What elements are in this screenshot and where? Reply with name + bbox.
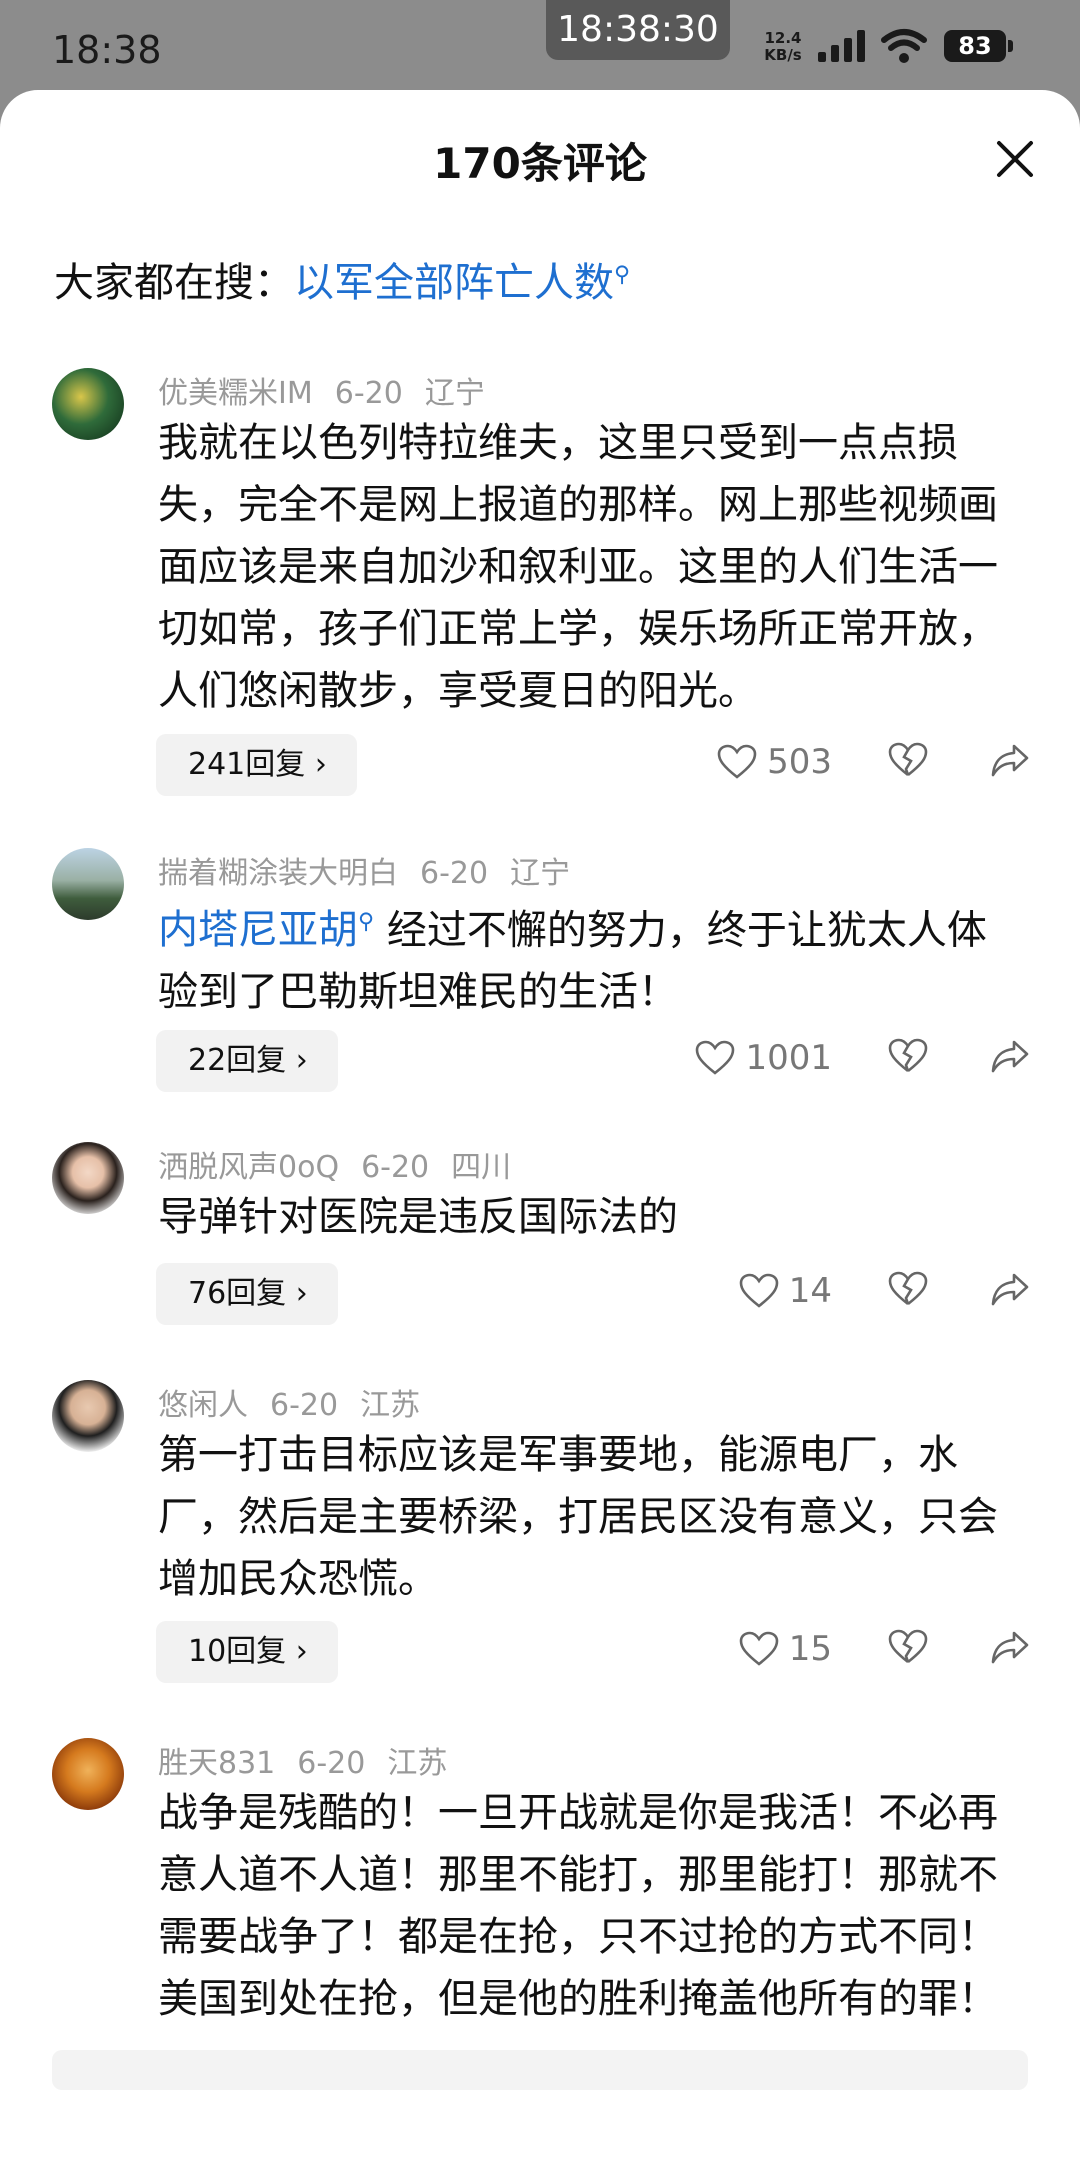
like-button[interactable]: 14 — [739, 1271, 832, 1311]
comment-location: 四川 — [451, 1150, 512, 1185]
trending-search: 大家都在搜：以军全部阵亡人数⚲ — [54, 250, 630, 308]
close-icon[interactable] — [990, 134, 1040, 184]
comment-username[interactable]: 揣着糊涂装大明白 — [158, 856, 398, 891]
like-button[interactable]: 503 — [717, 742, 832, 782]
reply-count: 22回复 — [188, 1043, 287, 1078]
comment-meta: 揣着糊涂装大明白 6-20 辽宁 — [158, 848, 592, 892]
comment-input-bar[interactable] — [52, 2050, 1028, 2090]
comment-date: 6-20 — [361, 1150, 430, 1185]
chevron-right-icon: › — [295, 1276, 308, 1311]
avatar[interactable] — [52, 1380, 124, 1452]
comment-mention-link[interactable]: 内塔尼亚胡⚲ — [158, 907, 374, 953]
reply-count-button[interactable]: 10回复 › — [156, 1621, 338, 1683]
comment-text: 导弹针对医院是违反国际法的 — [158, 1194, 678, 1240]
comment-text: 战争是残酷的！一旦开战就是你是我活！不必再意人道不人道！那里不能打，那里能打！那… — [158, 1790, 998, 2022]
like-button[interactable]: 1001 — [695, 1038, 832, 1078]
comment-date: 6-20 — [270, 1388, 339, 1423]
avatar[interactable] — [52, 1142, 124, 1214]
like-count: 15 — [788, 1629, 832, 1669]
status-center-clock: 18:38:30 — [546, 0, 730, 60]
chevron-right-icon: › — [295, 1043, 308, 1078]
chevron-right-icon: › — [314, 747, 327, 782]
like-count: 503 — [767, 742, 832, 782]
heart-icon — [717, 744, 757, 779]
comment-date: 6-20 — [297, 1746, 366, 1781]
sheet-title: 170条评论 — [433, 139, 647, 188]
signal-icon — [818, 30, 865, 62]
status-bar: 18:38 18:38:30 12.4 KB/s 83 — [0, 0, 1080, 90]
heart-icon — [739, 1273, 779, 1308]
heart-icon — [739, 1631, 779, 1666]
broken-heart-icon[interactable] — [888, 1038, 928, 1074]
network-speed: 12.4 KB/s — [758, 30, 808, 64]
like-count: 14 — [788, 1271, 832, 1311]
comment-username[interactable]: 优美糯米IM — [158, 376, 313, 411]
search-icon: ⚲ — [614, 262, 631, 288]
broken-heart-icon[interactable] — [888, 1629, 928, 1665]
comment-username[interactable]: 悠闲人 — [158, 1388, 248, 1423]
network-speed-value: 12.4 — [764, 29, 802, 47]
comment-mention[interactable]: 内塔尼亚胡 — [158, 907, 358, 953]
share-icon[interactable] — [990, 1629, 1030, 1665]
comment-text: 第一打击目标应该是军事要地，能源电厂，水厂，然后是主要桥梁，打居民区没有意义，只… — [158, 1432, 998, 1602]
comment-text: 我就在以色列特拉维夫，这里只受到一点点损失，完全不是网上报道的那样。网上那些视频… — [158, 420, 998, 714]
comment-username[interactable]: 洒脱风声0oQ — [158, 1150, 339, 1185]
comment-username[interactable]: 胜天831 — [158, 1746, 275, 1781]
reply-count-button[interactable]: 22回复 › — [156, 1030, 338, 1092]
heart-icon — [696, 1040, 735, 1075]
comment-location: 江苏 — [387, 1746, 448, 1781]
broken-heart-icon[interactable] — [888, 742, 928, 778]
comment-text: 内塔尼亚胡⚲ 经过不懈的努力，终于让犹太人体验到了巴勒斯坦难民的生活！ — [158, 892, 1018, 1023]
comment-meta: 洒脱风声0oQ 6-20 四川 — [158, 1142, 533, 1186]
comment-meta: 胜天831 6-20 江苏 — [158, 1738, 469, 1782]
share-icon[interactable] — [990, 742, 1030, 778]
comment-meta: 优美糯米IM 6-20 辽宁 — [158, 368, 507, 412]
network-speed-unit: KB/s — [764, 46, 802, 64]
battery-icon: 83 — [944, 30, 1013, 62]
wifi-icon — [881, 29, 927, 63]
like-count: 1001 — [745, 1038, 832, 1078]
avatar[interactable] — [52, 368, 124, 440]
broken-heart-icon[interactable] — [888, 1271, 928, 1307]
chevron-right-icon: › — [295, 1634, 308, 1669]
comment-location: 辽宁 — [510, 856, 571, 891]
comment-location: 辽宁 — [424, 376, 485, 411]
reply-count: 76回复 — [188, 1276, 287, 1311]
comment-date: 6-20 — [334, 376, 403, 411]
trending-search-term[interactable]: 以军全部阵亡人数 — [294, 260, 614, 306]
share-icon[interactable] — [990, 1271, 1030, 1307]
reply-count: 10回复 — [188, 1634, 287, 1669]
avatar[interactable] — [52, 1738, 124, 1810]
reply-count: 241回复 — [188, 747, 306, 782]
comment-location: 江苏 — [360, 1388, 421, 1423]
search-icon: ⚲ — [358, 910, 375, 935]
comment-meta: 悠闲人 6-20 江苏 — [158, 1380, 442, 1424]
avatar[interactable] — [52, 848, 124, 920]
status-time: 18:38 — [52, 28, 162, 72]
comment-date: 6-20 — [420, 856, 489, 891]
trending-search-prefix: 大家都在搜： — [54, 260, 294, 306]
reply-count-button[interactable]: 76回复 › — [156, 1263, 338, 1325]
reply-count-button[interactable]: 241回复 › — [156, 734, 357, 796]
comments-sheet: 170条评论 大家都在搜：以军全部阵亡人数⚲ 优美糯米IM 6-20 辽宁 我就在以… — [0, 90, 1080, 2160]
share-icon[interactable] — [990, 1038, 1030, 1074]
like-button[interactable]: 15 — [739, 1629, 832, 1669]
trending-search-link[interactable]: 以军全部阵亡人数⚲ — [294, 260, 630, 306]
